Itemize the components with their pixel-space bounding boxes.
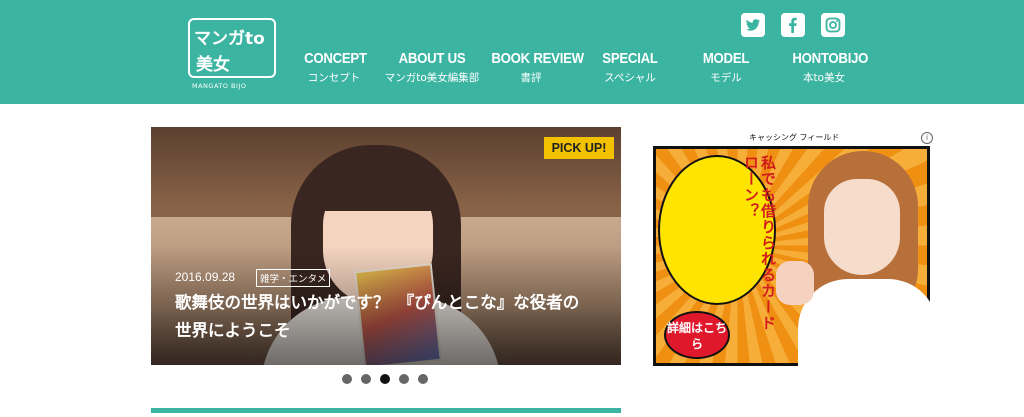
advertisement-banner[interactable]: 私でも借りられるカードローン？ 詳細はこちら キャッシング フィールド i bbox=[653, 132, 935, 366]
instagram-icon bbox=[825, 17, 841, 33]
nav-item-about-us[interactable]: ABOUT US マンガto美女編集部 bbox=[384, 50, 480, 85]
slide-title[interactable]: 歌舞伎の世界はいかがです？ 『ぴんとこな』な役者の世界にようこそ bbox=[175, 289, 595, 345]
ad-model-face bbox=[824, 179, 900, 275]
nav-label-jp: 書評 bbox=[520, 72, 542, 84]
ad-cta-button[interactable]: 詳細はこちら bbox=[664, 311, 730, 359]
ad-info-icon[interactable]: i bbox=[921, 132, 933, 144]
ad-brand: キャッシング フィールド bbox=[749, 133, 840, 142]
twitter-icon bbox=[746, 19, 760, 31]
slide-category-tag[interactable]: 雑学・エンタメ bbox=[256, 269, 331, 287]
site-logo[interactable]: マンガto 美女 MANGATO BIJO bbox=[188, 18, 280, 90]
nav-label-en: SPECIAL bbox=[602, 50, 658, 67]
nav-label-jp: コンセプト bbox=[307, 72, 361, 84]
pickup-badge: PICK UP! bbox=[544, 137, 614, 159]
slider-dot-active[interactable] bbox=[380, 374, 390, 384]
nav-item-model[interactable]: MODEL モデル bbox=[696, 50, 756, 85]
ad-model-fist bbox=[776, 261, 814, 305]
slider-dot[interactable] bbox=[361, 374, 371, 384]
nav-label-jp: スペシャル bbox=[604, 72, 656, 84]
nav-label-en: BOOK REVIEW bbox=[491, 50, 584, 67]
slider-dot[interactable] bbox=[342, 374, 352, 384]
nav-label-en: MODEL bbox=[702, 50, 750, 67]
logo-subtitle: MANGATO BIJO bbox=[192, 82, 247, 90]
slider-dot[interactable] bbox=[418, 374, 428, 384]
nav-label-en: HONTOBIJO bbox=[792, 50, 869, 67]
site-header: マンガto 美女 MANGATO BIJO CONCEPT コンセプト ABOU… bbox=[0, 0, 1024, 104]
nav-label-en: ABOUT US bbox=[398, 50, 466, 67]
nav-item-hontobijo[interactable]: HONTOBIJO 本to美女 bbox=[788, 50, 869, 85]
nav-item-concept[interactable]: CONCEPT コンセプト bbox=[300, 50, 368, 85]
featured-slider[interactable]: PICK UP! 2016.09.28 雑学・エンタメ 歌舞伎の世界はいかがです… bbox=[151, 127, 621, 365]
facebook-icon bbox=[789, 17, 797, 33]
twitter-link[interactable] bbox=[741, 13, 765, 37]
ad-frame: 私でも借りられるカードローン？ 詳細はこちら bbox=[653, 146, 935, 366]
nav-item-special[interactable]: SPECIAL スペシャル bbox=[596, 50, 664, 85]
slide-date: 2016.09.28 bbox=[175, 270, 236, 284]
slider-dot[interactable] bbox=[399, 374, 409, 384]
nav-label-jp: モデル bbox=[710, 72, 742, 84]
logo-title-line1: マンガto bbox=[194, 29, 265, 49]
ad-model-body bbox=[798, 279, 935, 366]
facebook-link[interactable] bbox=[781, 13, 805, 37]
instagram-link[interactable] bbox=[821, 13, 845, 37]
nav-label-jp: マンガto美女編集部 bbox=[384, 72, 480, 84]
logo-title-line2: 美女 bbox=[196, 55, 230, 75]
nav-item-book-review[interactable]: BOOK REVIEW 書評 bbox=[486, 50, 584, 85]
section-divider bbox=[151, 408, 621, 413]
slide-photo-bangs bbox=[319, 165, 437, 211]
nav-label-en: CONCEPT bbox=[304, 50, 367, 67]
nav-label-jp: 本to美女 bbox=[802, 72, 846, 84]
